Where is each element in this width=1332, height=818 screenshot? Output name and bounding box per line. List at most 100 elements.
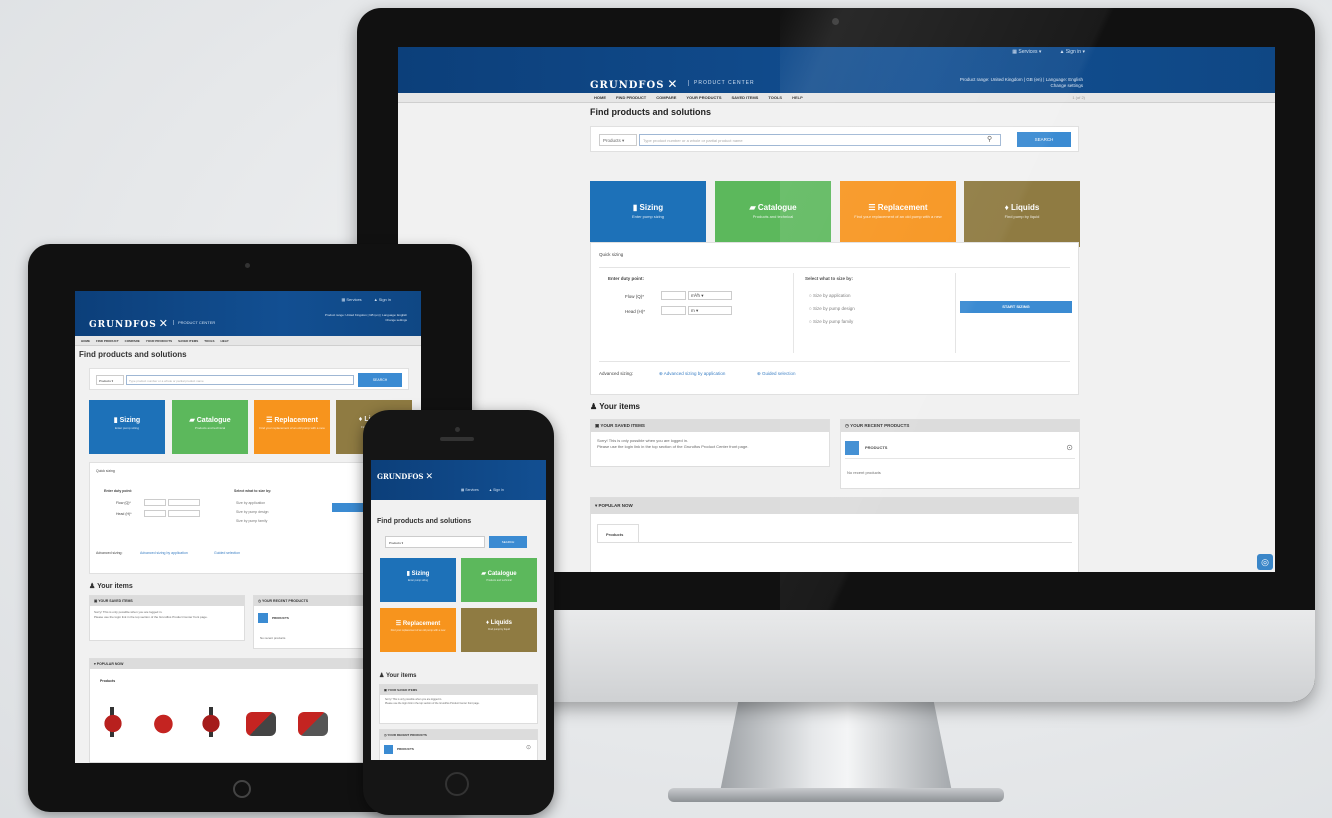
nav-saved-items[interactable]: SAVED ITEMS bbox=[732, 95, 759, 100]
advanced-by-application-link[interactable]: Advanced sizing by application bbox=[140, 551, 188, 555]
pump-image[interactable] bbox=[198, 707, 224, 737]
phone-camera bbox=[455, 427, 460, 432]
nav-compare[interactable]: COMPARE bbox=[125, 339, 140, 343]
book-icon: ▰ bbox=[189, 417, 195, 424]
main-nav: HOME FIND PRODUCT COMPARE YOUR PRODUCTS … bbox=[75, 336, 421, 346]
nav-your-products[interactable]: YOUR PRODUCTS bbox=[146, 339, 172, 343]
search-icon[interactable]: ⚲ bbox=[987, 135, 992, 143]
guided-selection-link[interactable]: ⊕ Guided selection bbox=[757, 371, 796, 377]
search-scope-value: Products bbox=[603, 138, 621, 143]
sign-in-link[interactable]: ▲ Sign in bbox=[374, 297, 391, 302]
size-by-design-label: Size by pump design bbox=[812, 306, 855, 311]
nav-help[interactable]: HELP bbox=[221, 339, 229, 343]
ruler-icon: ▮ bbox=[632, 203, 638, 212]
tablet-home-button[interactable] bbox=[233, 780, 251, 798]
nav-saved-items[interactable]: SAVED ITEMS bbox=[178, 339, 198, 343]
nav-tools[interactable]: TOOLS bbox=[204, 339, 214, 343]
head-unit-select[interactable]: m ▾ bbox=[688, 306, 732, 315]
pump-image[interactable] bbox=[246, 712, 276, 736]
tile-replacement[interactable]: ☰ Replacement Find your replacement of a… bbox=[254, 400, 330, 454]
nav-find-product[interactable]: FIND PRODUCT bbox=[616, 95, 646, 100]
advanced-by-application-link[interactable]: ⊕ Advanced sizing by application bbox=[659, 371, 725, 377]
services-link[interactable]: ▦ Services bbox=[461, 488, 479, 492]
tile-catalogue[interactable]: ▰ Catalogue Products and technical bbox=[172, 400, 248, 454]
tile-replacement[interactable]: ☰ Replacement Find your replacement of a… bbox=[840, 181, 956, 247]
head-input[interactable] bbox=[661, 306, 686, 315]
size-by-family-option[interactable]: Size by pump family bbox=[236, 519, 267, 523]
flow-unit-select[interactable] bbox=[168, 499, 200, 506]
size-by-application-option[interactable]: Size by application bbox=[236, 501, 265, 505]
search-button[interactable]: SEARCH bbox=[489, 536, 527, 548]
flow-input[interactable] bbox=[661, 291, 686, 300]
tile-replacement[interactable]: ☰ Replacement Find your replacement of a… bbox=[380, 608, 456, 652]
size-by-design-option[interactable]: ○ Size by pump design bbox=[809, 306, 855, 311]
pump-image[interactable] bbox=[298, 712, 328, 736]
search-input[interactable]: Type product number or a whole or partia… bbox=[639, 134, 1001, 146]
search-button[interactable]: SEARCH bbox=[1017, 132, 1071, 147]
logo-mark-icon: ✕ bbox=[425, 472, 434, 482]
duty-point-title: Enter duty point: bbox=[608, 276, 644, 281]
no-recent-text: No recent products bbox=[260, 636, 286, 640]
services-link[interactable]: ▦ Services bbox=[341, 297, 361, 302]
nav-compare[interactable]: COMPARE bbox=[656, 95, 676, 100]
nav-tools[interactable]: TOOLS bbox=[768, 95, 782, 100]
grundfos-logo[interactable]: GRUNDFOS ✕ bbox=[89, 317, 169, 330]
change-settings-link[interactable]: Change settings bbox=[325, 318, 407, 323]
search-scope-select[interactable]: Products ▾ bbox=[599, 134, 637, 146]
search-button[interactable]: SEARCH bbox=[358, 373, 402, 387]
start-sizing-button[interactable]: START SIZING bbox=[960, 301, 1072, 313]
tile-catalogue[interactable]: ▰ Catalogue Products and technical bbox=[461, 558, 537, 602]
flow-input[interactable] bbox=[144, 499, 166, 506]
tile-liquids[interactable]: ♦ Liquids Find pump by liquid bbox=[461, 608, 537, 652]
change-settings-link[interactable]: Change settings bbox=[960, 83, 1083, 89]
search-scope-select[interactable]: Products ▾ bbox=[96, 375, 124, 385]
no-recent-text: No recent products bbox=[847, 470, 881, 475]
head-input[interactable] bbox=[144, 510, 166, 517]
saved-items-hint: Please use the login link in the top sec… bbox=[597, 444, 749, 449]
flow-unit-select[interactable]: m³/h ▾ bbox=[688, 291, 732, 300]
nav-your-products[interactable]: YOUR PRODUCTS bbox=[686, 95, 721, 100]
nav-home[interactable]: HOME bbox=[594, 95, 606, 100]
size-by-design-option[interactable]: Size by pump design bbox=[236, 510, 269, 514]
tile-liquids[interactable]: ♦ Liquids Find pump by liquid bbox=[964, 181, 1080, 247]
flow-label: Flow (Q)* bbox=[116, 501, 131, 505]
nav-home[interactable]: HOME bbox=[81, 339, 90, 343]
your-items-title: ♟ Your items bbox=[89, 583, 133, 590]
head-unit-select[interactable] bbox=[168, 510, 200, 517]
guided-selection-link[interactable]: Guided selection bbox=[214, 551, 240, 555]
recent-products-title: YOUR RECENT PRODUCTS bbox=[850, 423, 910, 428]
services-link[interactable]: ▦ Services ▾ bbox=[1012, 49, 1041, 55]
nav-help[interactable]: HELP bbox=[792, 95, 803, 100]
grundfos-logo[interactable]: GRUNDFOS ✕ bbox=[377, 472, 433, 482]
flow-label: Flow (Q)* bbox=[625, 294, 644, 299]
pump-image[interactable] bbox=[100, 707, 126, 737]
tile-replacement-sub: Find your replacement of an old pump wit… bbox=[390, 629, 446, 632]
divider bbox=[845, 458, 1075, 459]
tab-products[interactable]: Products bbox=[100, 679, 115, 683]
settings-icon[interactable]: ⊙ bbox=[1066, 443, 1073, 452]
pump-image[interactable] bbox=[148, 711, 176, 737]
tile-sizing[interactable]: ▮ Sizing Enter pump sizing bbox=[89, 400, 165, 454]
products-label: PRODUCTS bbox=[272, 616, 289, 620]
nav-find-product[interactable]: FIND PRODUCT bbox=[96, 339, 119, 343]
tile-sizing[interactable]: ▮ Sizing Enter pump sizing bbox=[590, 181, 706, 247]
size-by-application-option[interactable]: ○ Size by application bbox=[809, 293, 851, 298]
tile-catalogue[interactable]: ▰ Catalogue Products and technical bbox=[715, 181, 831, 247]
product-center-label: PRODUCT CENTER bbox=[688, 80, 755, 86]
divider bbox=[599, 267, 1070, 268]
sign-in-link[interactable]: ▲ Sign in ▾ bbox=[1059, 49, 1085, 55]
size-by-family-option[interactable]: ○ Size by pump family bbox=[809, 319, 853, 324]
settings-icon[interactable]: ⊙ bbox=[526, 744, 531, 751]
quick-sizing-panel: Quick sizing Enter duty point: Flow (Q)*… bbox=[89, 462, 410, 574]
duty-point-title: Enter duty point: bbox=[104, 489, 132, 493]
divider bbox=[793, 273, 794, 353]
size-by-family-label: Size by pump family bbox=[812, 319, 854, 324]
search-input[interactable]: Products ▾ bbox=[385, 536, 485, 548]
search-input[interactable]: Type product number or a whole or partia… bbox=[126, 375, 354, 385]
tab-products[interactable]: Products bbox=[597, 524, 639, 542]
tile-sizing[interactable]: ▮ Sizing Enter pump sizing bbox=[380, 558, 456, 602]
grundfos-logo[interactable]: GRUNDFOS ✕ bbox=[590, 77, 678, 91]
phone-home-button[interactable] bbox=[445, 772, 469, 796]
help-icon[interactable]: ◎ bbox=[1257, 554, 1273, 570]
sign-in-link[interactable]: ▲ Sign in bbox=[489, 488, 504, 492]
